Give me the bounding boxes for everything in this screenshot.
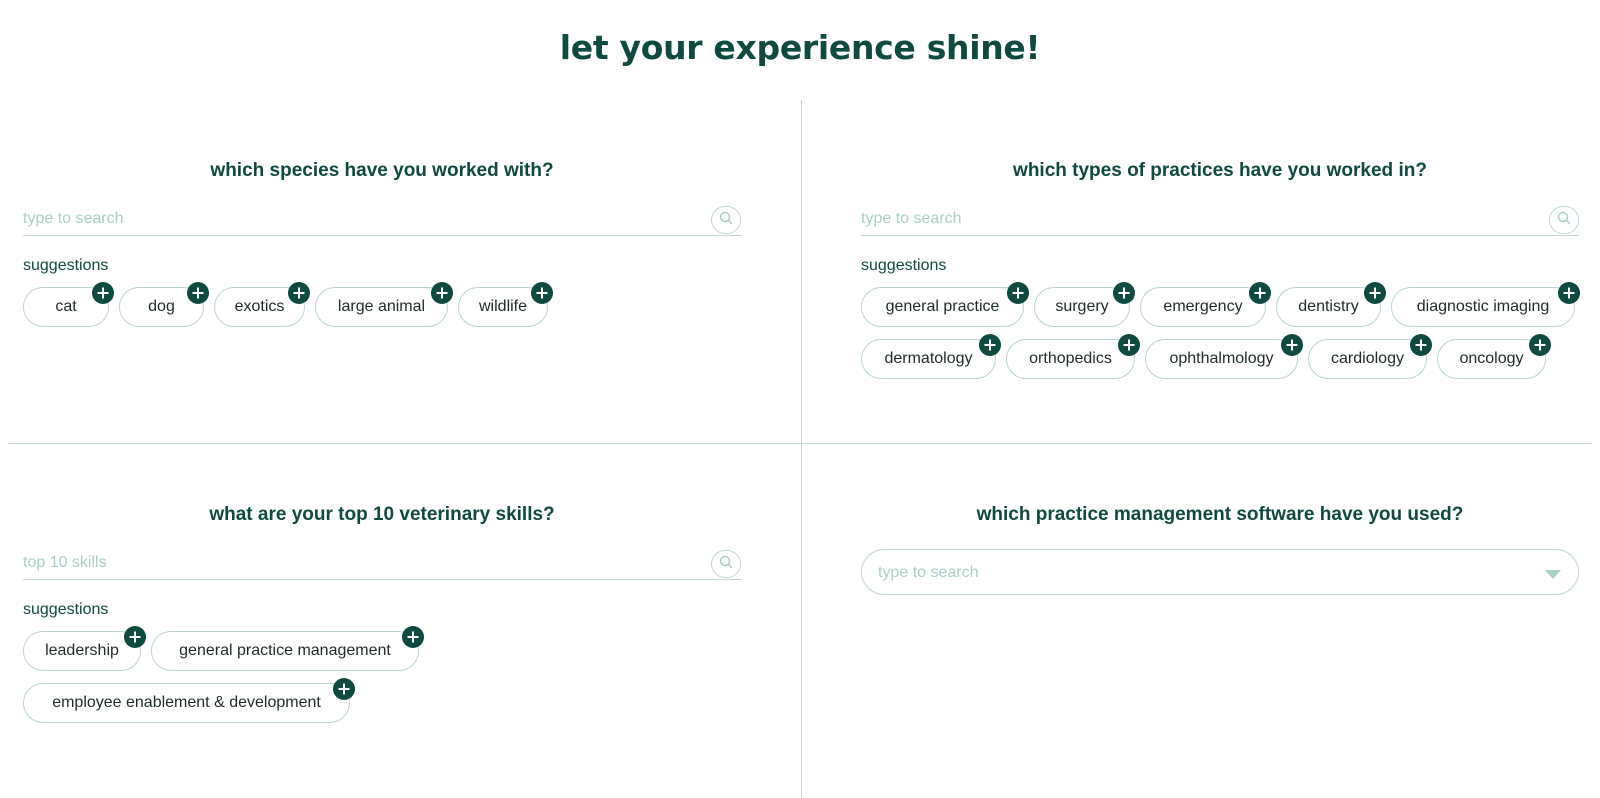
skill-chip-label: general practice management: [179, 642, 391, 659]
search-icon: [719, 555, 733, 574]
plus-icon[interactable]: [1007, 282, 1029, 304]
plus-icon[interactable]: [1558, 282, 1580, 304]
species-chip[interactable]: wildlife: [458, 282, 553, 327]
software-dropdown[interactable]: type to search: [861, 549, 1579, 595]
chevron-down-icon: [1544, 567, 1562, 585]
skills-search-input[interactable]: [23, 554, 701, 572]
practice-chip-label: dentistry: [1298, 298, 1359, 315]
skills-search-button[interactable]: [711, 550, 741, 578]
practices-search-button[interactable]: [1549, 206, 1579, 234]
practice-chip-label: surgery: [1055, 298, 1109, 315]
plus-icon[interactable]: [1113, 282, 1135, 304]
practice-chip-label: ophthalmology: [1169, 350, 1274, 367]
plus-icon[interactable]: [1118, 334, 1140, 356]
skill-chip[interactable]: leadership: [23, 626, 146, 671]
software-dropdown-placeholder: type to search: [878, 564, 979, 581]
practice-chip[interactable]: emergency: [1140, 282, 1271, 327]
plus-icon[interactable]: [187, 282, 209, 304]
practice-chip-label: dermatology: [884, 350, 973, 367]
practice-chip[interactable]: cardiology: [1308, 334, 1432, 379]
skill-chip-label: employee enablement & development: [52, 694, 321, 711]
skills-panel: what are your top 10 veterinary skills? …: [23, 444, 741, 798]
species-chip-label: large animal: [337, 298, 426, 315]
plus-icon[interactable]: [1364, 282, 1386, 304]
species-chip[interactable]: large animal: [315, 282, 453, 327]
plus-icon[interactable]: [288, 282, 310, 304]
species-question: which species have you worked with?: [210, 160, 554, 181]
skill-chip[interactable]: employee enablement & development: [23, 678, 355, 723]
species-chip-label: cat: [55, 298, 77, 315]
plus-icon[interactable]: [531, 282, 553, 304]
plus-icon[interactable]: [979, 334, 1001, 356]
plus-icon[interactable]: [431, 282, 453, 304]
species-chips: cat dog exotics large animal wildlife: [23, 282, 741, 339]
practice-chip-label: oncology: [1459, 350, 1524, 367]
skills-question: what are your top 10 veterinary skills?: [209, 504, 555, 525]
practice-chip[interactable]: diagnostic imaging: [1391, 282, 1580, 327]
practice-chip[interactable]: dentistry: [1276, 282, 1386, 327]
plus-icon[interactable]: [92, 282, 114, 304]
plus-icon[interactable]: [124, 626, 146, 648]
practice-chip[interactable]: oncology: [1437, 334, 1551, 379]
search-icon: [719, 211, 733, 230]
practices-search: [861, 204, 1579, 236]
practice-chip[interactable]: orthopedics: [1006, 334, 1140, 379]
species-chip[interactable]: dog: [119, 282, 209, 327]
species-panel: which species have you worked with? sugg…: [23, 0, 741, 440]
species-chip[interactable]: cat: [23, 282, 114, 327]
plus-icon[interactable]: [1529, 334, 1551, 356]
practices-chips: general practice surgery emergency dentistr…: [861, 282, 1591, 391]
species-suggestions-label: suggestions: [23, 257, 109, 274]
practices-suggestions-label: suggestions: [861, 257, 947, 274]
skills-chips: leadership general practice management emp…: [23, 626, 453, 735]
species-chip-label: exotics: [234, 298, 285, 315]
practices-panel: which types of practices have you worked…: [861, 0, 1580, 440]
plus-icon[interactable]: [1249, 282, 1271, 304]
practice-chip-label: general practice: [885, 298, 1000, 315]
practice-chip[interactable]: dermatology: [861, 334, 1001, 379]
plus-icon[interactable]: [1410, 334, 1432, 356]
species-chip[interactable]: exotics: [214, 282, 310, 327]
practice-chip-label: diagnostic imaging: [1416, 298, 1550, 315]
species-search: [23, 204, 741, 236]
skills-suggestions-label: suggestions: [23, 601, 109, 618]
software-question: which practice management software have …: [976, 504, 1464, 525]
skill-chip[interactable]: general practice management: [151, 626, 424, 671]
species-search-button[interactable]: [711, 206, 741, 234]
practice-chip-label: cardiology: [1331, 350, 1404, 367]
skill-chip-label: leadership: [45, 642, 119, 659]
practice-chip[interactable]: ophthalmology: [1145, 334, 1303, 379]
search-icon: [1557, 211, 1571, 230]
species-chip-label: wildlife: [479, 298, 528, 315]
species-search-input[interactable]: [23, 210, 701, 228]
practice-chip-label: orthopedics: [1029, 350, 1112, 367]
plus-icon[interactable]: [402, 626, 424, 648]
practices-question: which types of practices have you worked…: [1013, 160, 1427, 181]
software-panel: which practice management software have …: [861, 444, 1579, 798]
practice-chip-label: emergency: [1163, 298, 1243, 315]
vertical-divider: [801, 100, 802, 798]
practice-chip[interactable]: general practice: [861, 282, 1029, 327]
plus-icon[interactable]: [1281, 334, 1303, 356]
plus-icon[interactable]: [333, 678, 355, 700]
skills-search: [23, 548, 741, 580]
species-chip-label: dog: [148, 298, 175, 315]
practice-chip[interactable]: surgery: [1034, 282, 1135, 327]
practices-search-input[interactable]: [861, 210, 1539, 228]
